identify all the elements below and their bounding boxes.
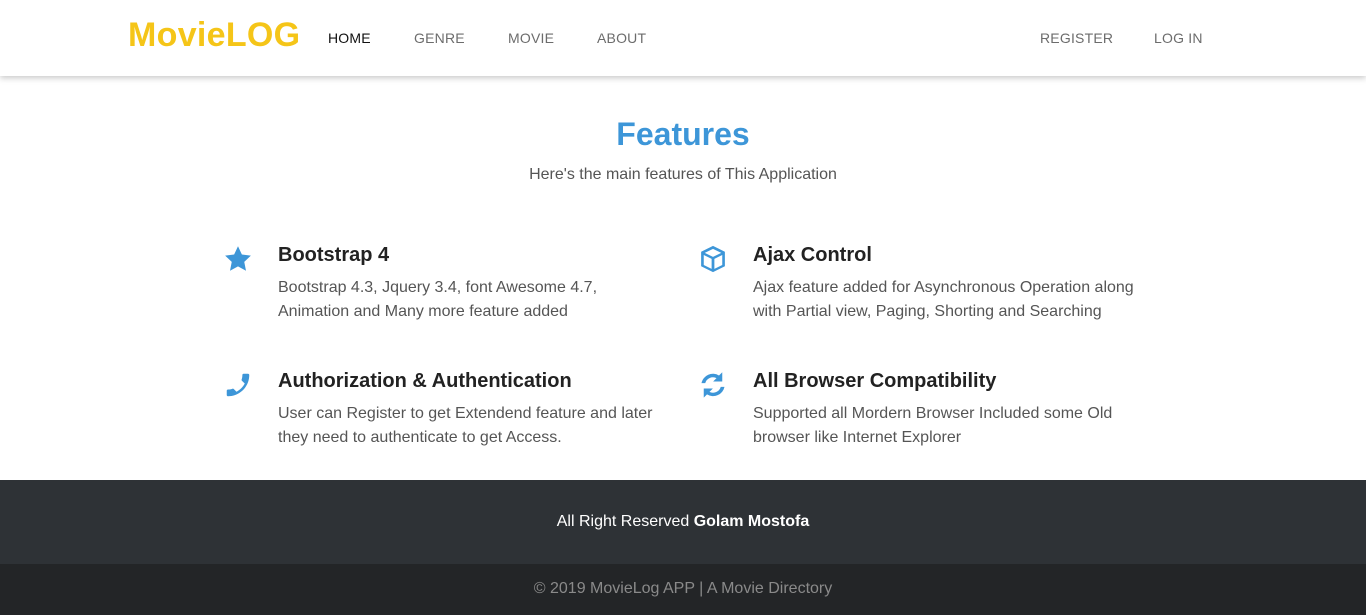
feature-title: Ajax Control xyxy=(753,244,872,266)
nav-genre[interactable]: GENRE xyxy=(414,30,465,46)
nav-home[interactable]: HOME xyxy=(328,30,371,46)
feature-title: Bootstrap 4 xyxy=(278,244,390,266)
credit-line: All Right Reserved Golam Mostofa xyxy=(0,513,1366,531)
brand-logo[interactable]: MovieLOG xyxy=(128,16,300,55)
phone-icon xyxy=(223,370,255,402)
feature-title: Authorization & Authentication xyxy=(278,370,572,392)
nav-movie[interactable]: MOVIE xyxy=(508,30,554,46)
feature-description: User can Register to get Extendend featu… xyxy=(278,405,653,446)
feature-title: All Browser Compatibility xyxy=(753,370,997,392)
nav-login[interactable]: LOG IN xyxy=(1154,30,1203,46)
cube-icon xyxy=(698,244,730,276)
features-subtitle: Here's the main features of This Applica… xyxy=(529,166,837,183)
feature-description: Bootstrap 4.3, Jquery 3.4, font Awesome … xyxy=(278,279,598,320)
navbar: MovieLOG HOME GENRE MOVIE ABOUT REGISTER… xyxy=(0,0,1366,76)
feature-description: Ajax feature added for Asynchronous Oper… xyxy=(753,279,1134,320)
footer-copyright: © 2019 MovieLog APP | A Movie Directory xyxy=(0,564,1366,615)
feature-description: Supported all Mordern Browser Included s… xyxy=(753,405,1113,446)
star-icon xyxy=(223,244,255,276)
features-title: Features xyxy=(616,116,750,152)
credit-prefix: All Right Reserved xyxy=(556,513,690,530)
nav-register[interactable]: REGISTER xyxy=(1040,30,1113,46)
footer-credits: All Right Reserved Golam Mostofa xyxy=(0,480,1366,564)
copyright-text: © 2019 MovieLog APP | A Movie Directory xyxy=(533,580,833,597)
credit-author: Golam Mostofa xyxy=(693,513,810,530)
refresh-icon xyxy=(698,370,730,402)
nav-about[interactable]: ABOUT xyxy=(597,30,646,46)
